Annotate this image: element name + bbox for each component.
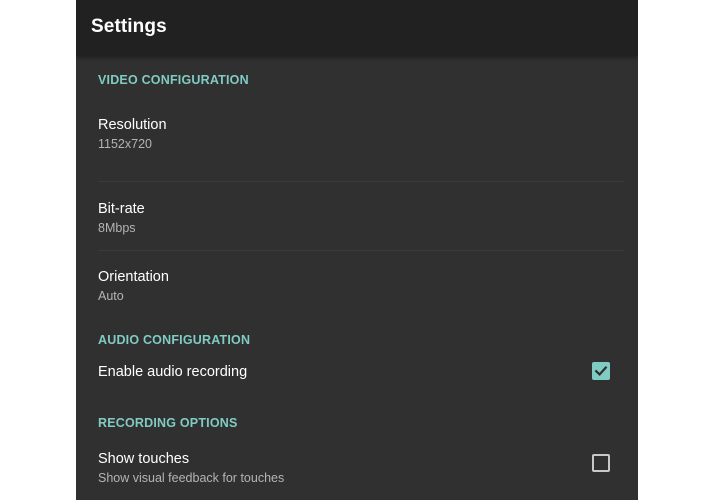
pref-enable-audio-title: Enable audio recording [98, 364, 248, 380]
enable-audio-checkbox[interactable] [592, 362, 610, 380]
settings-screen: Settings VIDEO CONFIGURATION Resolution … [76, 0, 638, 500]
page-title: Settings [91, 16, 167, 37]
pref-bitrate[interactable]: Bit-rate 8Mbps [98, 182, 624, 251]
pref-show-touches-summary: Show visual feedback for touches [98, 471, 285, 485]
checkmark-icon [594, 366, 608, 376]
pref-orientation[interactable]: Orientation Auto [98, 251, 624, 328]
pref-resolution[interactable]: Resolution 1152x720 [98, 92, 624, 182]
pref-enable-audio[interactable]: Enable audio recording [98, 352, 624, 411]
pref-bitrate-summary: 8Mbps [98, 221, 136, 235]
section-header-recording: RECORDING OPTIONS [98, 416, 238, 430]
pref-resolution-title: Resolution [98, 117, 167, 133]
section-header-video: VIDEO CONFIGURATION [98, 73, 249, 87]
show-touches-checkbox[interactable] [592, 454, 610, 472]
settings-list: VIDEO CONFIGURATION Resolution 1152x720 … [76, 68, 638, 500]
pref-orientation-title: Orientation [98, 269, 169, 285]
section-header-audio: AUDIO CONFIGURATION [98, 333, 251, 347]
pref-resolution-summary: 1152x720 [98, 137, 152, 151]
pref-bitrate-title: Bit-rate [98, 201, 145, 217]
pref-orientation-summary: Auto [98, 289, 124, 303]
pref-show-touches[interactable]: Show touches Show visual feedback for to… [98, 435, 624, 500]
pref-show-touches-title: Show touches [98, 451, 190, 467]
app-bar: Settings [76, 0, 638, 56]
